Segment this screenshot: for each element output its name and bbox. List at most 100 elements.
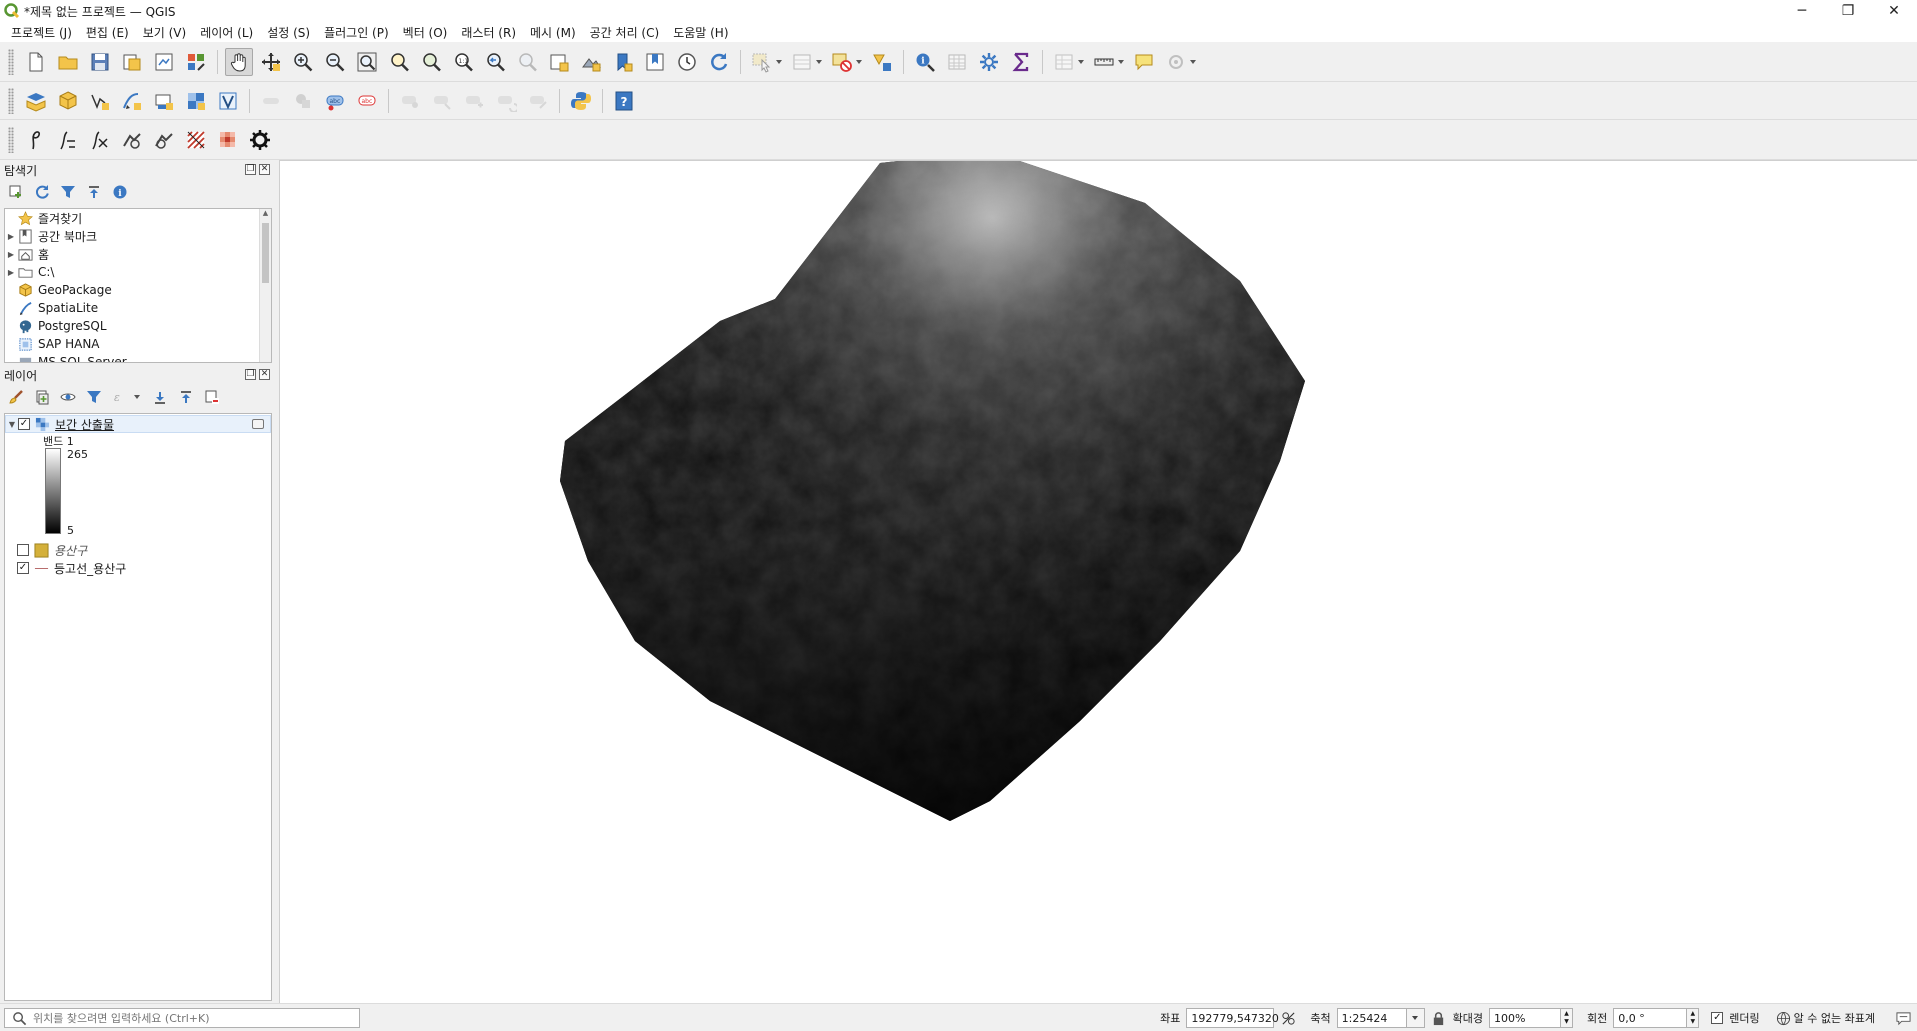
layer-indicator-icon[interactable] bbox=[252, 419, 264, 429]
layer-styling-button[interactable] bbox=[6, 387, 26, 407]
layer-visibility-checkbox[interactable]: ✓ bbox=[18, 418, 30, 430]
select-by-value-dropdown[interactable] bbox=[815, 57, 823, 67]
annotation-button[interactable] bbox=[1162, 48, 1190, 76]
rotation-field[interactable]: 0,0 ° bbox=[1613, 1008, 1688, 1028]
close-panel-button[interactable]: ✕ bbox=[259, 369, 270, 380]
toolbar-grip[interactable] bbox=[8, 87, 14, 114]
lock-icon[interactable] bbox=[1431, 1010, 1447, 1026]
python-console-button[interactable] bbox=[567, 87, 595, 115]
zoom-full-button[interactable] bbox=[353, 48, 381, 76]
rotate-label-button[interactable] bbox=[492, 87, 520, 115]
layer-labeling-button[interactable]: abc bbox=[321, 87, 349, 115]
expand-arrow-icon[interactable]: ▶ bbox=[5, 250, 17, 259]
toolbar-grip[interactable] bbox=[8, 126, 14, 153]
browser-item-sap-hana[interactable]: SAP HANA bbox=[5, 335, 271, 353]
menu-help[interactable]: 도움말 (H) bbox=[666, 24, 735, 41]
layer-visibility-checkbox[interactable]: ✓ bbox=[17, 562, 29, 574]
browser-properties-button[interactable]: i bbox=[110, 182, 130, 202]
magnifier-spinner[interactable]: ▲ ▼ bbox=[1561, 1008, 1574, 1028]
browser-item-geopackage[interactable]: GeoPackage bbox=[5, 281, 271, 299]
menu-vector[interactable]: 벡터 (O) bbox=[396, 24, 455, 41]
browser-scrollbar[interactable]: ▲ bbox=[259, 209, 271, 362]
globe-crs-icon[interactable] bbox=[1776, 1010, 1792, 1026]
browser-item-c-drive[interactable]: ▶ C:\ bbox=[5, 263, 271, 281]
hatch-pattern-button[interactable] bbox=[182, 126, 210, 154]
filter-expression-dropdown[interactable] bbox=[133, 392, 141, 402]
browser-item-home[interactable]: ▶ 홈 bbox=[5, 245, 271, 263]
new-map-view-button[interactable] bbox=[545, 48, 573, 76]
new-bookmark-button[interactable] bbox=[609, 48, 637, 76]
zoom-to-layer-button[interactable] bbox=[417, 48, 445, 76]
scale-field[interactable]: 1:25424 bbox=[1336, 1008, 1407, 1028]
magnifier-field[interactable]: 100% bbox=[1489, 1008, 1562, 1028]
browser-item-spatialite[interactable]: SpatiaLite bbox=[5, 299, 271, 317]
filter-by-expression-button[interactable]: ε bbox=[110, 387, 130, 407]
temporal-controller-button[interactable] bbox=[673, 48, 701, 76]
tracing-tool-button[interactable] bbox=[54, 126, 82, 154]
restore-button[interactable]: ❐ bbox=[1825, 0, 1871, 22]
ring-tool-button[interactable] bbox=[246, 126, 274, 154]
change-label-button[interactable] bbox=[524, 87, 552, 115]
remove-layer-button[interactable] bbox=[202, 387, 222, 407]
menu-edit[interactable]: 편집 (E) bbox=[79, 24, 136, 41]
browser-refresh-button[interactable] bbox=[32, 182, 52, 202]
identify-features-button[interactable]: i bbox=[911, 48, 939, 76]
float-panel-button[interactable]: ❐ bbox=[245, 369, 256, 380]
attribute-table-button[interactable] bbox=[943, 48, 971, 76]
attribute-table-dropdown[interactable] bbox=[1077, 57, 1085, 67]
new-geopackage-layer-button[interactable] bbox=[54, 87, 82, 115]
menu-project[interactable]: 프로젝트 (J) bbox=[4, 24, 79, 41]
collapse-arrow-icon[interactable]: ▼ bbox=[6, 420, 18, 429]
menu-view[interactable]: 보기 (V) bbox=[136, 24, 193, 41]
pin-labels-button[interactable] bbox=[396, 87, 424, 115]
toolbar-grip[interactable] bbox=[8, 48, 14, 75]
zoom-next-button[interactable] bbox=[513, 48, 541, 76]
render-checkbox[interactable]: ✓ bbox=[1711, 1012, 1724, 1024]
browser-filter-button[interactable] bbox=[58, 182, 78, 202]
layer-row-interpolation[interactable]: ▼ ✓ 보간 산출물 bbox=[5, 415, 271, 433]
annotation-dropdown[interactable] bbox=[1189, 57, 1197, 67]
open-project-button[interactable] bbox=[54, 48, 82, 76]
add-virtual-layer-button[interactable] bbox=[214, 87, 242, 115]
refresh-button[interactable] bbox=[705, 48, 733, 76]
zoom-in-button[interactable] bbox=[289, 48, 317, 76]
menu-raster[interactable]: 래스터 (R) bbox=[454, 24, 523, 41]
map-canvas[interactable] bbox=[279, 160, 1917, 1003]
select-features-dropdown[interactable] bbox=[775, 57, 783, 67]
select-by-value-button[interactable] bbox=[788, 48, 816, 76]
add-group-button[interactable] bbox=[32, 387, 52, 407]
georeference-button[interactable] bbox=[118, 126, 146, 154]
add-wms-layer-button[interactable] bbox=[150, 87, 178, 115]
style-manager-button[interactable] bbox=[182, 48, 210, 76]
scroll-thumb[interactable] bbox=[262, 223, 269, 283]
minimize-button[interactable]: ─ bbox=[1779, 0, 1825, 22]
add-vector-layer-button[interactable] bbox=[86, 87, 114, 115]
zoom-to-selection-button[interactable] bbox=[385, 48, 413, 76]
select-features-button[interactable] bbox=[748, 48, 776, 76]
tracing-snap-button[interactable] bbox=[86, 126, 114, 154]
label-toggle-button[interactable] bbox=[257, 87, 285, 115]
menu-plugins[interactable]: 플러그인 (P) bbox=[317, 24, 396, 41]
browser-item-postgresql[interactable]: PostgreSQL bbox=[5, 317, 271, 335]
label-style-button[interactable] bbox=[289, 87, 317, 115]
scale-dropdown[interactable] bbox=[1406, 1008, 1425, 1028]
processing-toolbox-button[interactable] bbox=[975, 48, 1003, 76]
layer-visibility-checkbox[interactable] bbox=[17, 544, 29, 556]
layer-row-contours[interactable]: ✓ 등고선_용산구 bbox=[5, 559, 271, 577]
save-as-button[interactable] bbox=[118, 48, 146, 76]
crs-label[interactable]: 알 수 없는 좌표계 bbox=[1794, 1010, 1875, 1026]
add-delimited-text-button[interactable] bbox=[118, 87, 146, 115]
browser-item-mssql[interactable]: MS SQL Server bbox=[5, 353, 271, 362]
collapse-all-layers-button[interactable] bbox=[176, 387, 196, 407]
deselect-all-button[interactable] bbox=[828, 48, 856, 76]
menu-mesh[interactable]: 메시 (M) bbox=[523, 24, 583, 41]
messages-icon[interactable] bbox=[1895, 1010, 1911, 1026]
save-project-button[interactable] bbox=[86, 48, 114, 76]
deselect-dropdown[interactable] bbox=[855, 57, 863, 67]
close-button[interactable]: ✕ bbox=[1871, 0, 1917, 22]
layer-row-yongsan[interactable]: 용산구 bbox=[5, 541, 271, 559]
scroll-up-arrow[interactable]: ▲ bbox=[260, 209, 271, 221]
manage-map-themes-button[interactable] bbox=[58, 387, 78, 407]
collapse-all-button[interactable] bbox=[84, 182, 104, 202]
add-raster-layer-button[interactable] bbox=[182, 87, 210, 115]
